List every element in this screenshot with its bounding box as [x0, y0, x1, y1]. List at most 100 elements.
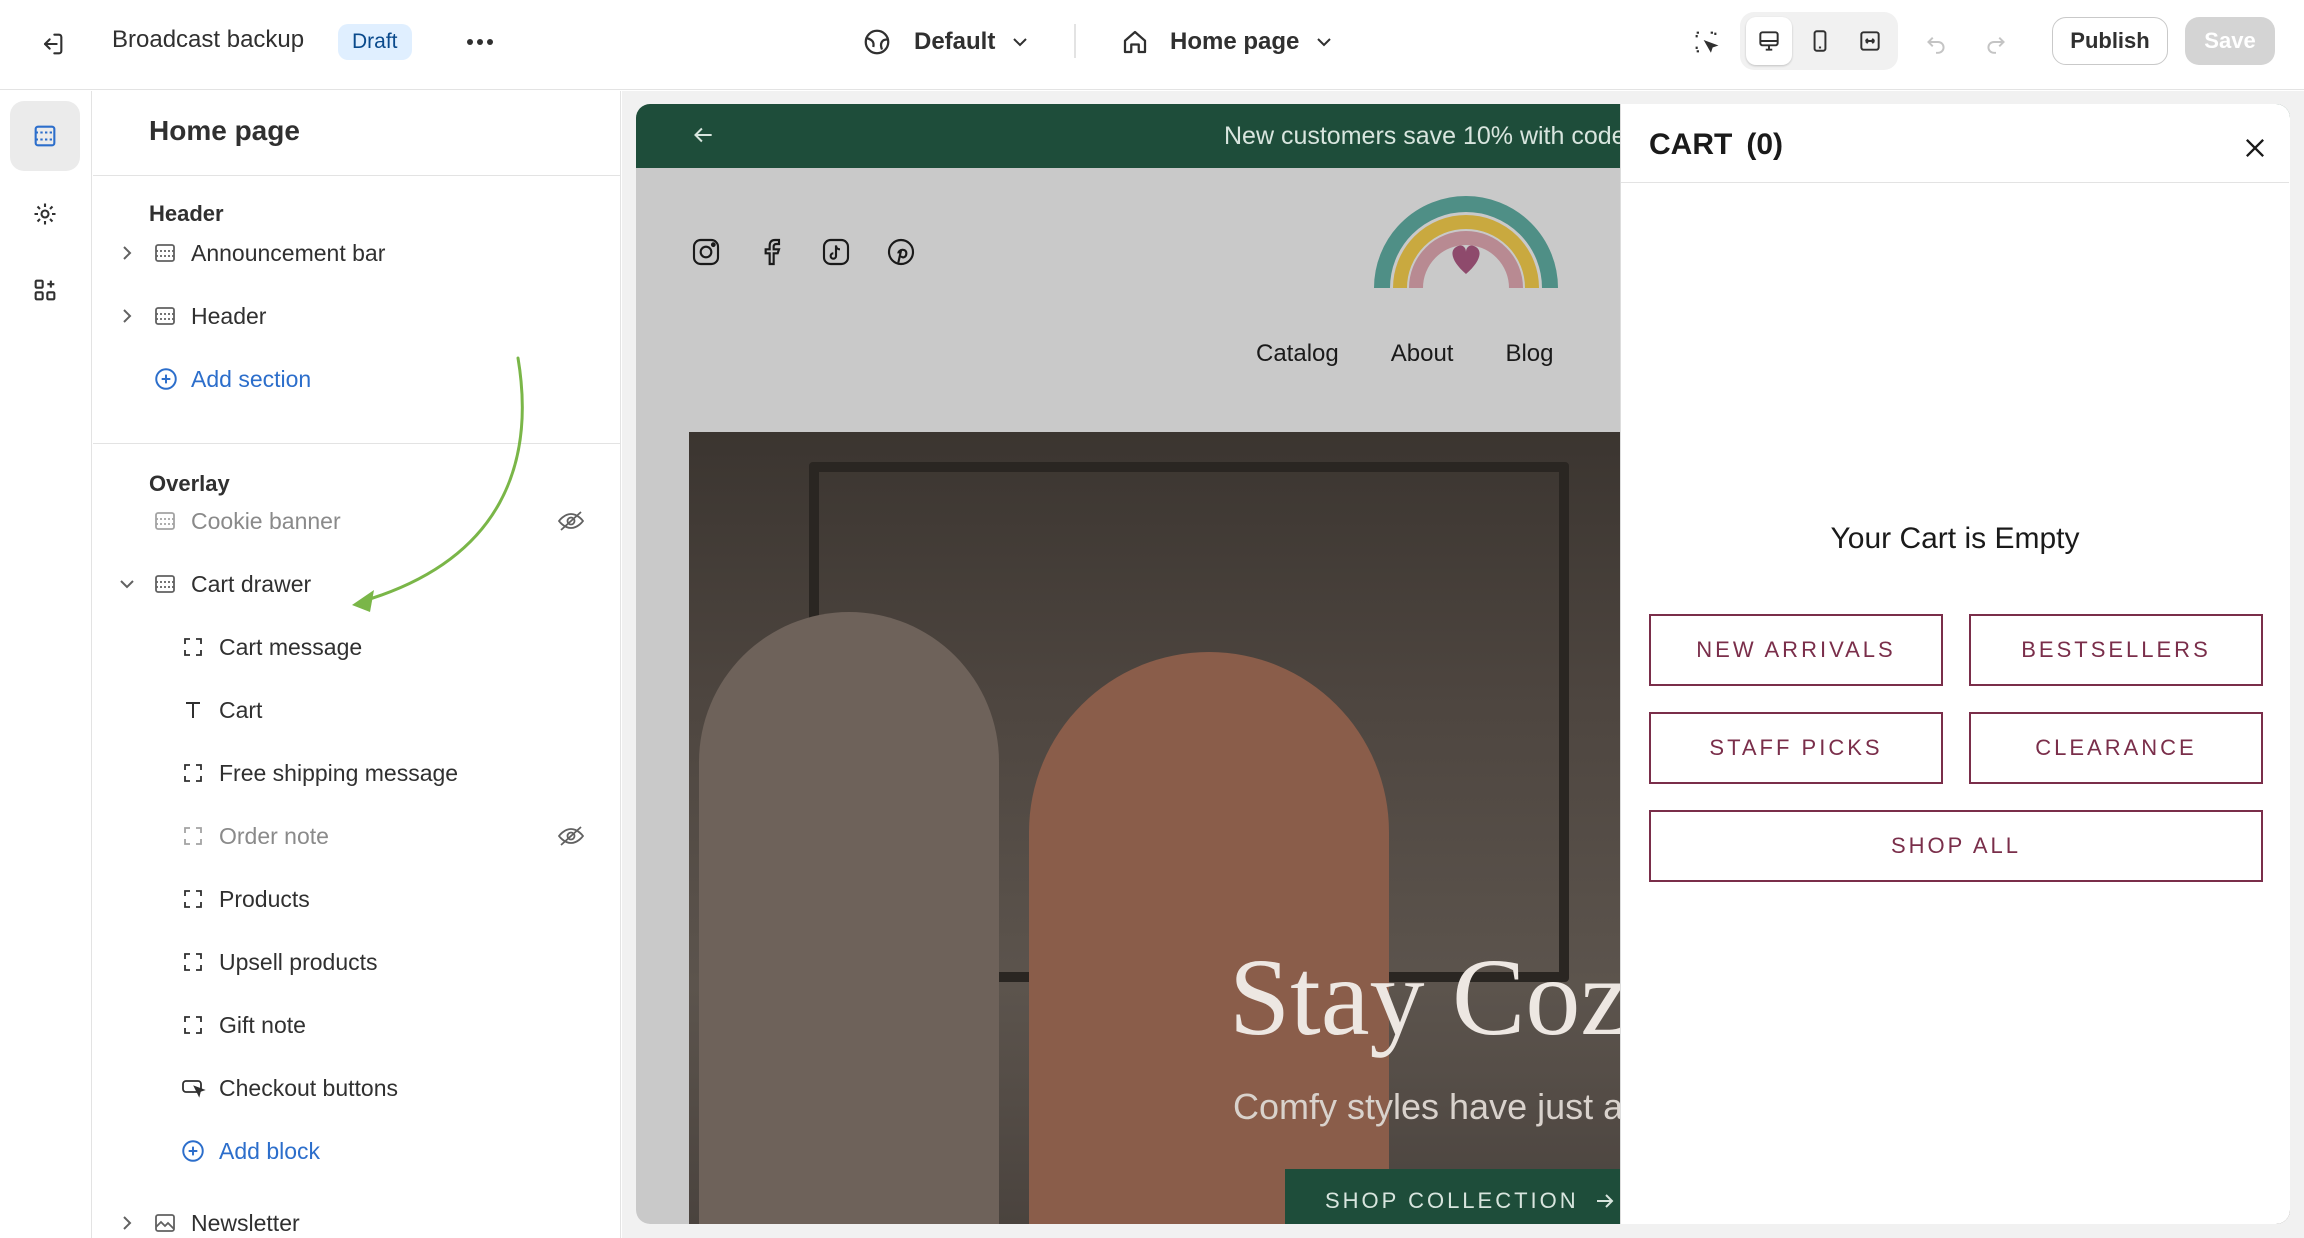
- block-icon: [181, 824, 205, 848]
- section-label: Newsletter: [191, 1209, 300, 1236]
- left-rail: [0, 91, 92, 1238]
- globe-icon: [862, 27, 892, 57]
- section-label: Cookie banner: [191, 507, 341, 534]
- announcement-text: New customers save 10% with code: [1224, 122, 1626, 150]
- button-pointer-icon: [181, 1076, 207, 1100]
- block-cart[interactable]: Cart: [93, 690, 620, 730]
- eye-hidden-icon[interactable]: [557, 509, 585, 533]
- page-selector[interactable]: Home page: [1120, 22, 1333, 62]
- add-section-label: Add section: [191, 365, 312, 392]
- theme-selector-label: Default: [914, 28, 996, 55]
- tiktok-icon[interactable]: [820, 236, 852, 268]
- more-horizontal-icon[interactable]: [460, 22, 500, 62]
- cart-title: CART: [1649, 128, 1733, 161]
- eye-hidden-icon[interactable]: [557, 824, 585, 848]
- section-header[interactable]: Header: [93, 296, 620, 336]
- social-icons: [690, 236, 917, 268]
- block-label: Order note: [219, 822, 329, 849]
- section-icon: [153, 241, 177, 265]
- store-logo-rainbow: [1374, 196, 1558, 289]
- hero-button-label: SHOP COLLECTION: [1325, 1188, 1579, 1213]
- inspector-icon[interactable]: [1686, 22, 1726, 62]
- sections-icon[interactable]: [10, 101, 80, 171]
- section-icon: [153, 572, 177, 596]
- block-products[interactable]: Products: [93, 879, 620, 919]
- arrow-left-icon[interactable]: [690, 122, 716, 148]
- section-announcement-bar[interactable]: Announcement bar: [93, 233, 620, 273]
- divider: [93, 175, 620, 176]
- block-icon: [181, 635, 205, 659]
- redo-icon[interactable]: [1976, 22, 2016, 62]
- publish-button[interactable]: Publish: [2052, 17, 2168, 65]
- cart-heading: CART (0): [1649, 128, 1783, 162]
- save-button[interactable]: Save: [2185, 17, 2275, 65]
- block-label: Cart message: [219, 633, 363, 660]
- chevron-down-icon[interactable]: [119, 578, 135, 590]
- hero-subtitle: Comfy styles have just ar: [1233, 1086, 1636, 1127]
- status-badge: Draft: [338, 24, 412, 60]
- fullwidth-icon[interactable]: [1847, 17, 1893, 65]
- block-label: Checkout buttons: [219, 1074, 399, 1101]
- block-label: Cart: [219, 696, 263, 723]
- group-overlay-title: Overlay: [149, 471, 230, 496]
- chevron-right-icon[interactable]: [121, 245, 133, 261]
- new-arrivals-button[interactable]: NEW ARRIVALS: [1649, 614, 1943, 686]
- image-icon: [153, 1211, 177, 1235]
- cart-drawer: CART (0) Your Cart is Empty NEW ARRIVALS…: [1620, 104, 2290, 1224]
- add-block-label: Add block: [219, 1137, 321, 1164]
- nav-link-about[interactable]: About: [1391, 340, 1454, 368]
- cart-count: (0): [1746, 128, 1783, 161]
- chevron-down-icon: [1011, 36, 1029, 48]
- home-icon: [1120, 27, 1150, 57]
- clearance-button[interactable]: CLEARANCE: [1969, 712, 2263, 784]
- block-gift-note[interactable]: Gift note: [93, 1005, 620, 1045]
- store-name: Broadcast backup: [112, 26, 305, 53]
- close-icon[interactable]: [2235, 128, 2275, 168]
- plus-circle-icon: [153, 366, 179, 392]
- hero-title: Stay Coz: [1229, 936, 1630, 1058]
- block-label: Gift note: [219, 1011, 306, 1038]
- divider: [1621, 182, 2289, 183]
- page-title: Home page: [149, 115, 300, 146]
- nav-link-blog[interactable]: Blog: [1505, 340, 1553, 368]
- text-icon: [181, 698, 205, 722]
- apps-icon[interactable]: [10, 255, 80, 325]
- add-block-button[interactable]: Add block: [93, 1131, 620, 1171]
- block-upsell-products[interactable]: Upsell products: [93, 942, 620, 982]
- main-nav: Catalog About Blog: [1256, 340, 1554, 368]
- section-label: Cart drawer: [191, 570, 312, 597]
- block-icon: [181, 950, 205, 974]
- mobile-icon[interactable]: [1797, 17, 1843, 65]
- sections-panel: Home page Header Announcement bar Header…: [93, 91, 621, 1238]
- page-selector-label: Home page: [1170, 28, 1300, 55]
- chevron-down-icon: [1315, 36, 1333, 48]
- nav-link-catalog[interactable]: Catalog: [1256, 340, 1339, 368]
- shop-all-button[interactable]: SHOP ALL: [1649, 810, 2263, 882]
- block-label: Free shipping message: [219, 759, 459, 786]
- divider: [1074, 24, 1076, 58]
- desktop-icon[interactable]: [1746, 17, 1792, 65]
- section-label: Announcement bar: [191, 239, 386, 266]
- block-free-shipping-message[interactable]: Free shipping message: [93, 753, 620, 793]
- exit-icon[interactable]: [32, 24, 72, 64]
- block-order-note[interactable]: Order note: [93, 816, 620, 856]
- staff-picks-button[interactable]: STAFF PICKS: [1649, 712, 1943, 784]
- block-cart-message[interactable]: Cart message: [93, 627, 620, 667]
- facebook-icon[interactable]: [755, 236, 787, 268]
- undo-icon[interactable]: [1916, 22, 1956, 62]
- arrow-right-icon: [1593, 1189, 1617, 1213]
- section-label: Header: [191, 302, 267, 329]
- bestsellers-button[interactable]: BESTSELLERS: [1969, 614, 2263, 686]
- chevron-right-icon[interactable]: [121, 308, 133, 324]
- block-icon: [181, 761, 205, 785]
- chevron-right-icon[interactable]: [121, 1215, 133, 1231]
- instagram-icon[interactable]: [690, 236, 722, 268]
- section-newsletter[interactable]: Newsletter: [93, 1203, 620, 1238]
- settings-gear-icon[interactable]: [10, 179, 80, 249]
- block-checkout-buttons[interactable]: Checkout buttons: [93, 1068, 620, 1108]
- theme-selector[interactable]: Default: [862, 22, 1029, 62]
- block-label: Products: [219, 885, 310, 912]
- top-bar: Broadcast backup Draft Default Home page: [0, 0, 2304, 90]
- block-label: Upsell products: [219, 948, 378, 975]
- pinterest-icon[interactable]: [885, 236, 917, 268]
